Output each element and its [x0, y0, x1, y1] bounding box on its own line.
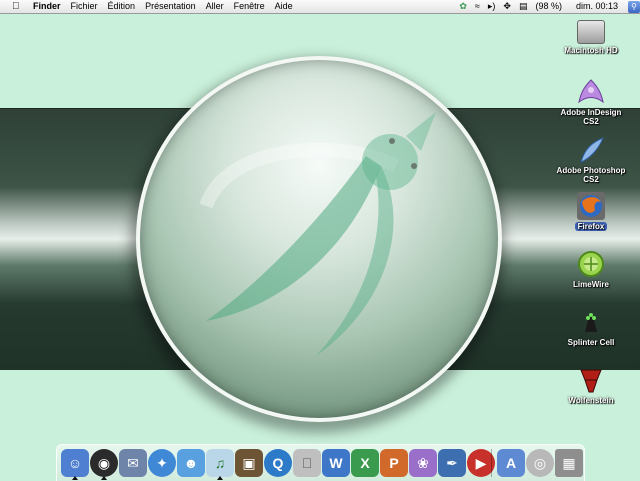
desktop-icon-macintosh-hd[interactable]: Macintosh HD	[553, 20, 629, 55]
menu-finder[interactable]: Finder	[33, 0, 66, 13]
menu-fenetre[interactable]: Fenêtre	[229, 0, 270, 13]
wolfenstein-icon	[577, 366, 605, 394]
safari-icon[interactable]: ✦	[148, 449, 176, 477]
menu-bar:  Finder Fichier Édition Présentation Al…	[0, 0, 640, 14]
itunes-icon[interactable]: ♫	[206, 449, 234, 477]
quicktime-icon[interactable]: Q	[264, 449, 292, 477]
dock: ☺ ◉ ✉ ✦ ☻ ♫ ▣ Q  W X P ❀ ✒ ▶ A ◎ ▦	[56, 444, 585, 481]
desktop-icon-label: Macintosh HD	[564, 46, 618, 55]
desktop-icon-splinter-cell[interactable]: Splinter Cell	[553, 308, 629, 347]
menu-fichier[interactable]: Fichier	[66, 0, 103, 13]
battery-status[interactable]: (98 %)	[531, 0, 566, 13]
photoshop-dock-icon[interactable]: ✒	[438, 449, 466, 477]
iphoto-icon[interactable]: ▣	[235, 449, 263, 477]
menu-aide[interactable]: Aide	[270, 0, 298, 13]
finder-icon[interactable]: ☺	[61, 449, 89, 477]
powerpoint-icon[interactable]: P	[380, 449, 408, 477]
menu-presentation[interactable]: Présentation	[140, 0, 201, 13]
desktop-icon-label: Adobe Photoshop CS2	[556, 166, 626, 184]
dock-separator	[491, 449, 492, 477]
dashboard-icon[interactable]: ◉	[90, 449, 118, 477]
desktop-icon-label: Firefox	[574, 222, 608, 231]
indesign-icon	[577, 78, 605, 106]
hard-drive-icon	[577, 20, 605, 44]
wallpaper-logo	[199, 112, 436, 356]
sync-icon[interactable]: ✥	[499, 0, 515, 13]
desktop-icon-firefox[interactable]: Firefox	[553, 192, 629, 231]
indesign-dock-icon[interactable]: ❀	[409, 449, 437, 477]
menu-aller[interactable]: Aller	[201, 0, 229, 13]
desktop-icon-label: Adobe InDesign CS2	[560, 108, 622, 126]
apple-icon[interactable]: 	[12, 0, 20, 13]
clock[interactable]: dim. 00:13	[566, 0, 622, 13]
volume-icon[interactable]: ▸)	[484, 0, 500, 13]
desktop-icon-limewire[interactable]: LimeWire	[553, 250, 629, 289]
bug-icon[interactable]: ✿	[455, 0, 471, 13]
display-icon[interactable]: ▤	[515, 0, 532, 13]
photoshop-icon	[577, 136, 605, 164]
trash-icon[interactable]: ▦	[555, 449, 583, 477]
desktop-icon-label: LimeWire	[573, 280, 609, 289]
splinter-cell-icon	[577, 308, 605, 336]
messenger-icon[interactable]: ☻	[177, 449, 205, 477]
word-icon[interactable]: W	[322, 449, 350, 477]
menu-edition[interactable]: Édition	[103, 0, 141, 13]
limewire-icon	[577, 250, 605, 278]
desktop-icon-label: Wolfenstein	[568, 396, 614, 405]
desktop-icon-indesign[interactable]: Adobe InDesign CS2	[553, 78, 629, 126]
network-icon[interactable]: ◎	[526, 449, 554, 477]
firefox-icon	[577, 192, 605, 220]
applications-folder-icon[interactable]: A	[497, 449, 525, 477]
running-indicator	[217, 476, 223, 480]
wallpaper-orb	[136, 56, 502, 422]
running-indicator	[101, 476, 107, 480]
wifi-icon[interactable]: ≈	[471, 0, 484, 13]
apple-system-icon[interactable]: 	[293, 449, 321, 477]
mail-stamp-icon[interactable]: ✉	[119, 449, 147, 477]
desktop-icon-wolfenstein[interactable]: Wolfenstein	[553, 366, 629, 405]
excel-icon[interactable]: X	[351, 449, 379, 477]
desktop-icon-label: Splinter Cell	[567, 338, 615, 347]
desktop-icon-photoshop[interactable]: Adobe Photoshop CS2	[553, 136, 629, 184]
spotlight-icon[interactable]: ⚲	[628, 0, 640, 13]
running-indicator	[72, 476, 78, 480]
